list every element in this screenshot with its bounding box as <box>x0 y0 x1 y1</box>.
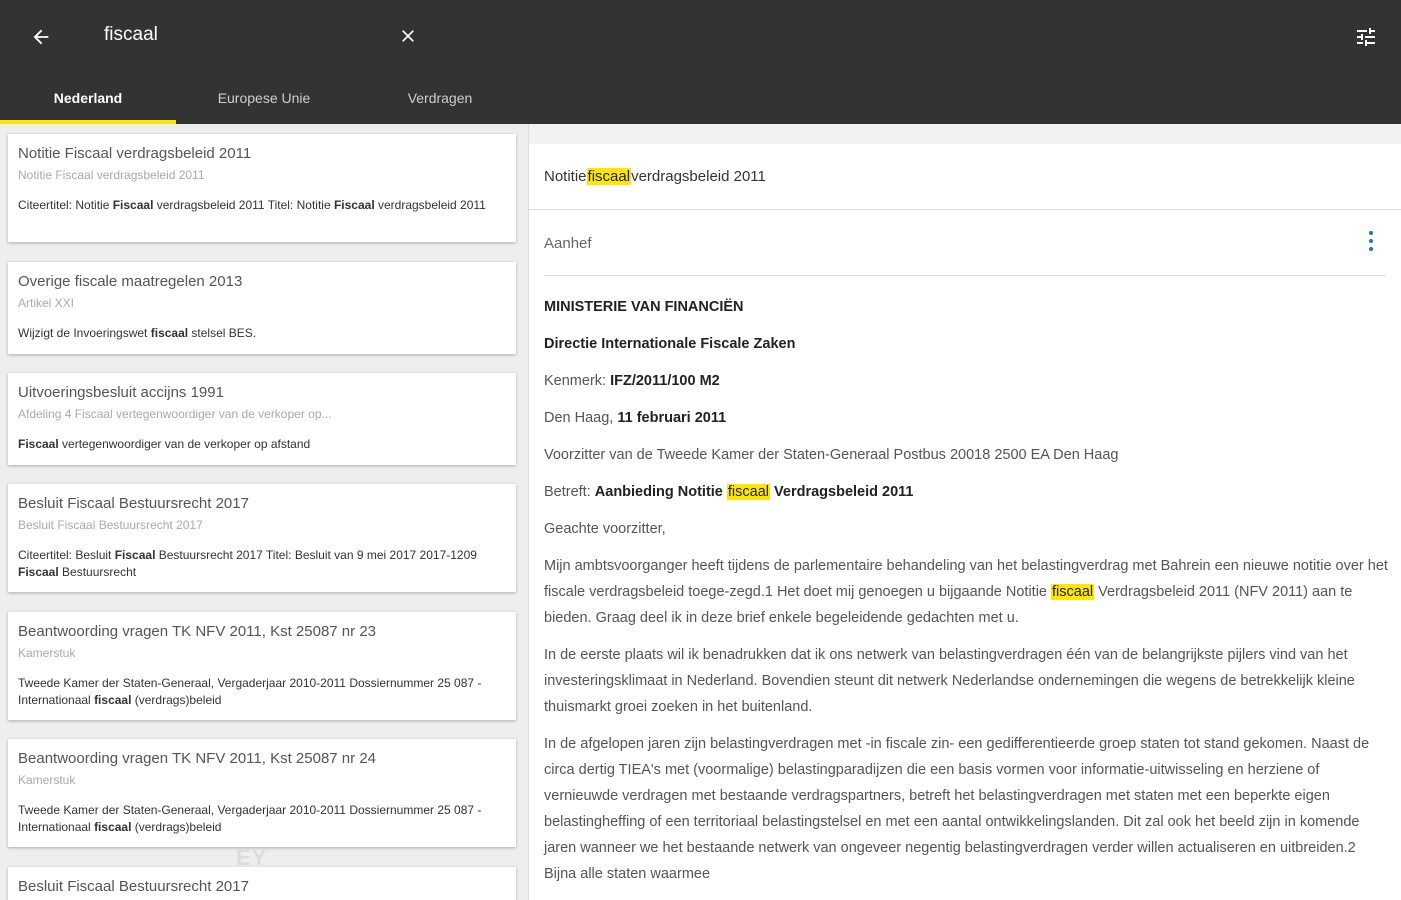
result-snippet: Tweede Kamer der Staten-Generaal, Vergad… <box>18 676 482 707</box>
paragraph: In de eerste plaats wil ik benadrukken d… <box>544 647 1355 715</box>
result-subtitle: Notitie Fiscaal verdragsbeleid 2011 <box>18 168 205 182</box>
result-subtitle: Artikel XXI <box>18 296 75 310</box>
result-snippet: Tweede Kamer der Staten-Generaal, Vergad… <box>18 803 482 834</box>
result-card[interactable]: Besluit Fiscaal Bestuursrecht 2017 Beslu… <box>8 484 516 592</box>
result-card[interactable]: Beantwoording vragen TK NFV 2011, Kst 25… <box>8 739 516 847</box>
result-title: Overige fiscale maatregelen 2013 <box>18 273 243 290</box>
document-title: Notitie fiscaal verdragsbeleid 2011 <box>529 144 1401 210</box>
jurisdiction-tabs: Nederland Europese Unie Verdragen <box>0 72 530 124</box>
addressee-line: Voorzitter van de Tweede Kamer der State… <box>544 447 1119 463</box>
tab-nederland[interactable]: Nederland <box>0 72 176 124</box>
result-title: Beantwoording vragen TK NFV 2011, Kst 25… <box>18 623 377 640</box>
search-results-list: Notitie Fiscaal verdragsbeleid 2011 Noti… <box>0 124 528 900</box>
search-highlight: fiscaal <box>586 168 632 185</box>
result-snippet: Wijzigt de Invoeringswet fiscaal stelsel… <box>18 326 257 340</box>
search-highlight: fiscaal <box>1051 584 1095 600</box>
result-snippet: Fiscaal vertegenwoordiger van de verkope… <box>18 437 311 451</box>
result-card[interactable]: Uitvoeringsbesluit accijns 1991 Afdeling… <box>8 373 516 465</box>
result-subtitle: Besluit Fiscaal Bestuursrecht 2017 <box>18 518 203 532</box>
ey-logo-watermark: EY <box>236 845 268 870</box>
more-options-button[interactable] <box>1356 226 1386 256</box>
paragraph: Mijn ambtsvoorganger heeft tijdens de pa… <box>544 558 1388 626</box>
tab-verdragen[interactable]: Verdragen <box>352 72 528 124</box>
section-label: Aanhef <box>544 235 592 252</box>
result-card[interactable]: Notitie Fiscaal verdragsbeleid 2011 Noti… <box>8 134 516 242</box>
result-subtitle: Afdeling 4 Fiscaal vertegenwoordiger van… <box>18 407 332 421</box>
result-card[interactable]: Beantwoording vragen TK NFV 2011, Kst 25… <box>8 612 516 720</box>
result-title: Besluit Fiscaal Bestuursrecht 2017 <box>18 495 249 512</box>
result-card[interactable]: Besluit Fiscaal Bestuursrecht 2017 <box>8 867 516 900</box>
directorate-heading: Directie Internationale Fiscale Zaken <box>544 336 796 352</box>
document-viewer: Notitie fiscaal verdragsbeleid 2011 Aanh… <box>529 124 1401 900</box>
result-title: Notitie Fiscaal verdragsbeleid 2011 <box>18 145 252 162</box>
result-title: Beantwoording vragen TK NFV 2011, Kst 25… <box>18 750 377 767</box>
result-subtitle: Kamerstuk <box>18 646 76 660</box>
result-card[interactable]: Overige fiscale maatregelen 2013 Artikel… <box>8 262 516 354</box>
app-bar: fiscaal Nederland Europese Unie Verdrage… <box>0 0 1401 124</box>
search-input[interactable]: fiscaal <box>104 24 158 46</box>
clear-search-button[interactable] <box>392 20 424 52</box>
document-body: MINISTERIE VAN FINANCIËN Directie Intern… <box>544 294 1389 898</box>
paragraph: In de afgelopen jaren zijn belastingverd… <box>544 736 1370 882</box>
tune-icon <box>1357 28 1375 46</box>
back-button[interactable] <box>24 20 58 54</box>
result-snippet: Citeertitel: Notitie Fiscaal verdragsbel… <box>18 198 486 212</box>
ministry-heading: MINISTERIE VAN FINANCIËN <box>544 299 744 315</box>
arrow-left-icon <box>33 29 49 45</box>
salutation: Geachte voorzitter, <box>544 521 666 537</box>
document-header-strip <box>529 124 1401 144</box>
date-line: Den Haag, 11 februari 2011 <box>544 410 727 426</box>
result-snippet: Citeertitel: Besluit Fiscaal Bestuursrec… <box>18 548 477 579</box>
filter-button[interactable] <box>1348 20 1384 54</box>
result-title: Besluit Fiscaal Bestuursrecht 2017 <box>18 878 249 895</box>
search-highlight: fiscaal <box>726 484 770 500</box>
close-icon <box>402 30 414 42</box>
result-subtitle: Kamerstuk <box>18 773 76 787</box>
section-header: Aanhef <box>544 212 1386 276</box>
result-title: Uitvoeringsbesluit accijns 1991 <box>18 384 224 401</box>
subject-line: Betreft: Aanbieding Notitie fiscaal Verd… <box>544 484 914 500</box>
more-vert-icon <box>1369 231 1373 251</box>
reference-line: Kenmerk: IFZ/2011/100 M2 <box>544 373 720 389</box>
tab-europese-unie[interactable]: Europese Unie <box>176 72 352 124</box>
